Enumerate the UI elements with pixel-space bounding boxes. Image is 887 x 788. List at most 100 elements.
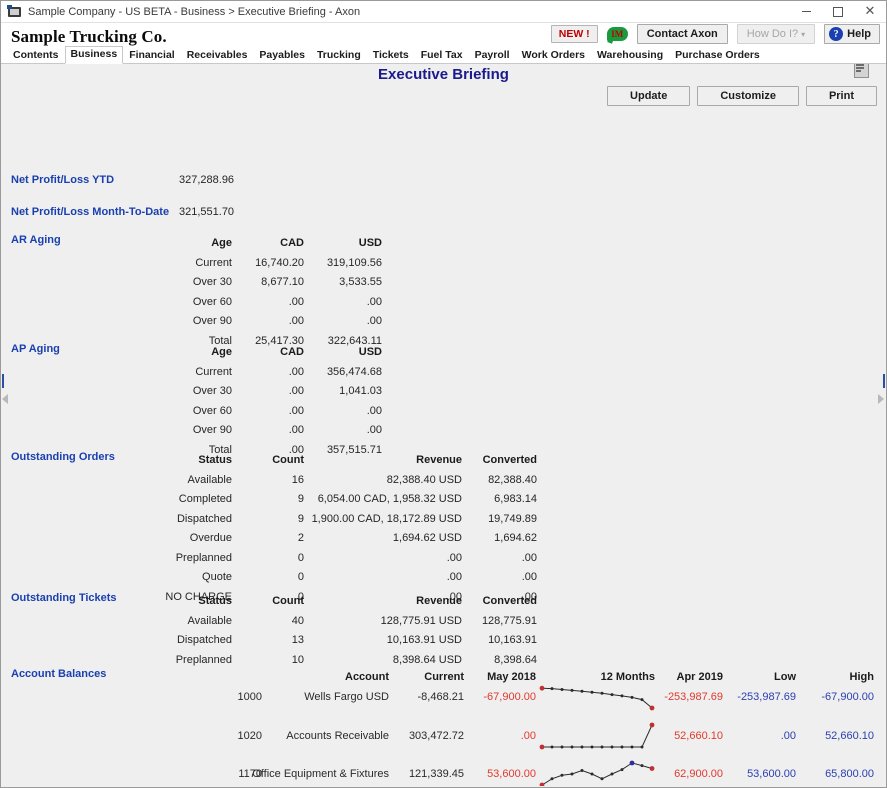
table-row: Preplanned 0 .00 .00: [2, 549, 885, 569]
col-status: Status: [142, 451, 232, 471]
col-count: Count: [232, 592, 304, 612]
cell-usd: .00: [304, 312, 382, 332]
col-low: Low: [728, 668, 796, 688]
cell-cad: .00: [232, 402, 304, 422]
menu-item-trucking[interactable]: Trucking: [311, 48, 367, 63]
ap-aging-table: Age CAD USD Current .00 356,474.68 Over …: [2, 343, 885, 460]
table-row: Over 90 .00 .00: [2, 312, 885, 332]
how-do-it-button[interactable]: How Do I?▾: [737, 24, 815, 44]
cell-revenue: 82,388.40 USD: [304, 471, 462, 491]
cell-cad: .00: [232, 293, 304, 313]
menu-item-warehousing[interactable]: Warehousing: [591, 48, 669, 63]
cell-high: 52,660.10: [802, 727, 874, 746]
menu-item-financial[interactable]: Financial: [123, 48, 181, 63]
cell-status: Dispatched: [142, 631, 232, 651]
cell-period-start: -67,900.00: [468, 688, 536, 707]
account-balances-table: Account Current May 2018 12 Months Apr 2…: [2, 668, 885, 688]
cell-period-start: .00: [468, 727, 536, 746]
table-row: Over 30 8,677.10 3,533.55: [2, 273, 885, 293]
col-account: Account: [234, 668, 389, 688]
axon-app-icon: [7, 5, 22, 19]
cell-count: 9: [232, 510, 304, 530]
chevron-down-icon: ▾: [801, 30, 805, 39]
cell-revenue: 6,054.00 CAD, 1,958.32 USD: [304, 490, 462, 510]
table-row: Available 16 82,388.40 USD 82,388.40: [2, 471, 885, 491]
sparkline-chart: [538, 760, 656, 786]
maximize-button[interactable]: [822, 1, 854, 22]
cell-period-end: -253,987.69: [660, 688, 723, 707]
col-high: High: [802, 668, 874, 688]
cell-count: 2: [232, 529, 304, 549]
new-badge-button[interactable]: NEW !: [551, 25, 598, 43]
table-row: Over 90 .00 .00: [2, 421, 885, 441]
cell-usd: 356,474.68: [304, 363, 382, 383]
net-profit-ytd-label[interactable]: Net Profit/Loss YTD: [11, 174, 114, 186]
table-header-row: Age CAD USD: [2, 234, 885, 254]
print-button[interactable]: Print: [806, 86, 877, 106]
col-converted: Converted: [462, 451, 537, 471]
cell-converted: 128,775.91: [462, 612, 537, 632]
menu-item-contents[interactable]: Contents: [7, 48, 65, 63]
col-cad: CAD: [232, 343, 304, 363]
cell-cad: 8,677.10: [232, 273, 304, 293]
question-mark-icon: ?: [829, 27, 843, 41]
main-menu-bar: Contents Business Financial Receivables …: [1, 47, 886, 64]
cell-usd: 3,533.55: [304, 273, 382, 293]
net-profit-mtd-value: 321,551.70: [179, 206, 234, 218]
document-icon[interactable]: [854, 64, 869, 78]
cell-count: 0: [232, 568, 304, 588]
cell-revenue: 1,900.00 CAD, 18,172.89 USD: [304, 510, 462, 530]
cell-revenue: .00: [304, 568, 462, 588]
table-row: Over 30 .00 1,041.03: [2, 382, 885, 402]
cell-age: Current: [142, 363, 232, 383]
table-header-row: Status Count Revenue Converted: [2, 592, 885, 612]
cell-high: 65,800.00: [802, 765, 874, 784]
net-profit-ytd-value: 327,288.96: [179, 174, 234, 186]
help-button[interactable]: ? Help: [824, 24, 880, 44]
menu-item-receivables[interactable]: Receivables: [181, 48, 254, 63]
menu-item-fuel-tax[interactable]: Fuel Tax: [415, 48, 469, 63]
cell-age: Current: [142, 254, 232, 274]
customize-button[interactable]: Customize: [697, 86, 799, 106]
menu-item-payables[interactable]: Payables: [253, 48, 311, 63]
cell-account-name: Accounts Receivable: [234, 727, 389, 746]
col-status: Status: [142, 592, 232, 612]
menu-item-payroll[interactable]: Payroll: [469, 48, 516, 63]
cell-converted: 19,749.89: [462, 510, 537, 530]
cell-low: 53,600.00: [728, 765, 796, 784]
close-button[interactable]: ✕: [854, 1, 886, 22]
help-label: Help: [847, 28, 871, 40]
cell-cad: .00: [232, 363, 304, 383]
col-age: Age: [142, 234, 232, 254]
contact-axon-button[interactable]: Contact Axon: [637, 24, 728, 44]
cell-count: 13: [232, 631, 304, 651]
net-profit-mtd-label[interactable]: Net Profit/Loss Month-To-Date: [11, 206, 169, 218]
table-header-row: Age CAD USD: [2, 343, 885, 363]
menu-item-tickets[interactable]: Tickets: [367, 48, 415, 63]
cell-current: -8,468.21: [394, 688, 464, 707]
table-header-row: Status Count Revenue Converted: [2, 451, 885, 471]
menu-item-work-orders[interactable]: Work Orders: [516, 48, 591, 63]
col-age: Age: [142, 343, 232, 363]
col-apr-2019: Apr 2019: [660, 668, 723, 688]
cell-account-name: Office Equipment & Fixtures: [234, 765, 389, 784]
outstanding-tickets-table: Status Count Revenue Converted Available…: [2, 592, 885, 670]
col-revenue: Revenue: [304, 592, 462, 612]
cell-usd: 319,109.56: [304, 254, 382, 274]
im-icon-label: IM: [607, 27, 628, 41]
cell-converted: 10,163.91: [462, 631, 537, 651]
cell-revenue: 10,163.91 USD: [304, 631, 462, 651]
menu-item-business[interactable]: Business: [65, 46, 124, 64]
cell-period-start: 53,600.00: [468, 765, 536, 784]
menu-item-purchase-orders[interactable]: Purchase Orders: [669, 48, 766, 63]
cell-revenue: 1,694.62 USD: [304, 529, 462, 549]
col-usd: USD: [304, 234, 382, 254]
how-do-it-label: How Do I?: [747, 28, 798, 40]
cell-low: .00: [728, 727, 796, 746]
im-chat-icon[interactable]: IM: [607, 26, 628, 43]
table-header-row: Account Current May 2018 12 Months Apr 2…: [2, 668, 885, 688]
table-row: Over 60 .00 .00: [2, 402, 885, 422]
ar-aging-table: Age CAD USD Current 16,740.20 319,109.56…: [2, 234, 885, 351]
minimize-button[interactable]: [790, 1, 822, 22]
update-button[interactable]: Update: [607, 86, 690, 106]
